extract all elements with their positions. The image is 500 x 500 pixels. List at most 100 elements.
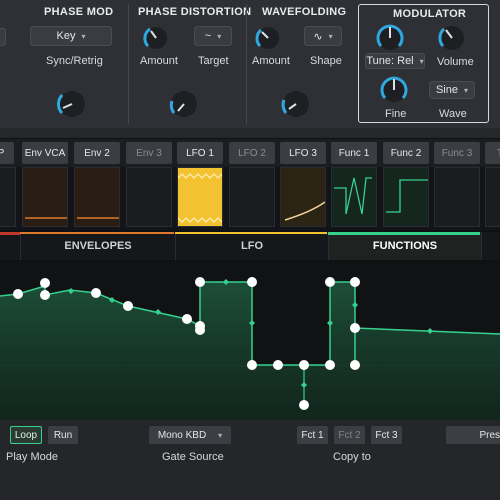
source-tab-label: Env 2	[84, 147, 110, 159]
breakpoint[interactable]	[40, 278, 50, 288]
wf-shape-dropdown[interactable]: ∿ ▾	[304, 26, 342, 46]
thumbnail-lfo-3[interactable]	[280, 167, 326, 227]
chevron-down-icon: ▾	[217, 31, 222, 41]
section-divider	[246, 4, 247, 124]
loop-button[interactable]: Loop	[10, 426, 42, 444]
breakpoint[interactable]	[325, 277, 335, 287]
wavefolding-amount-knob[interactable]	[252, 22, 284, 54]
breakpoint[interactable]	[273, 360, 283, 370]
modulator-title: MODULATOR	[393, 8, 467, 20]
breakpoint[interactable]	[247, 277, 257, 287]
thumbnail-env-3[interactable]	[126, 167, 172, 227]
pd-target-dropdown[interactable]: ~ ▾	[194, 26, 232, 46]
source-tab-p[interactable]: P	[0, 142, 14, 164]
thumbnail-partial-right[interactable]	[485, 167, 500, 227]
gate-source-dropdown[interactable]: Mono KBD ▾	[149, 426, 231, 444]
preset-label: Pres	[479, 429, 500, 441]
thumbnail-partial[interactable]	[0, 167, 16, 227]
source-tab-lfo-1[interactable]: LFO 1	[177, 142, 223, 164]
source-tab-func-3[interactable]: Func 3	[434, 142, 480, 164]
source-tab-env-2[interactable]: Env 2	[74, 142, 120, 164]
source-tab-partial[interactable]: T	[485, 142, 500, 164]
modulator-fine-label: Fine	[385, 108, 407, 120]
copy-fct-1-label: Fct 1	[301, 429, 324, 441]
modulator-tune-knob[interactable]	[373, 21, 407, 55]
thumbnail-func-1[interactable]	[331, 167, 377, 227]
phase-mod-knob[interactable]	[54, 86, 90, 122]
phase-distortion-knob-2[interactable]	[166, 86, 202, 122]
phase-distortion-amount-knob[interactable]	[140, 22, 172, 54]
source-tab-label: Env 3	[136, 147, 162, 159]
breakpoint[interactable]	[40, 290, 50, 300]
copy-fct-1-button[interactable]: Fct 1	[297, 426, 328, 444]
synth-panel: PHASE MOD Key ▾ Sync/Retrig PHASE DISTOR…	[0, 0, 500, 129]
breakpoint[interactable]	[247, 360, 257, 370]
source-tab-env-vca[interactable]: Env VCA	[22, 142, 68, 164]
breakpoint[interactable]	[195, 325, 205, 335]
wavefolding-title: WAVEFOLDING	[262, 6, 347, 18]
tab-lfo[interactable]: LFO	[175, 232, 328, 260]
function-editor[interactable]	[0, 262, 500, 420]
tab-functions[interactable]: FUNCTIONS	[328, 232, 481, 260]
thumbnail-func-2[interactable]	[383, 167, 429, 227]
tab-envelopes[interactable]: ENVELOPES	[20, 232, 175, 260]
function-area	[0, 282, 500, 420]
tab-partial[interactable]	[481, 232, 500, 260]
chevron-down-icon: ▾	[464, 85, 469, 95]
tab-underline-red	[0, 232, 20, 235]
breakpoint[interactable]	[299, 360, 309, 370]
copy-fct-3-button[interactable]: Fct 3	[371, 426, 402, 444]
chevron-down-icon: ▾	[81, 31, 86, 41]
function-bottom-bar: Loop Run Play Mode Mono KBD ▾ Gate Sourc…	[0, 420, 500, 500]
source-tab-label: Func 3	[441, 147, 473, 159]
breakpoint[interactable]	[195, 277, 205, 287]
breakpoint[interactable]	[350, 360, 360, 370]
source-tab-lfo-2[interactable]: LFO 2	[229, 142, 275, 164]
modulator-wave-value: Sine	[435, 84, 458, 96]
breakpoint[interactable]	[91, 288, 101, 298]
thumbnail-env-2[interactable]	[74, 167, 120, 227]
breakpoint[interactable]	[182, 314, 192, 324]
pd-amount-label: Amount	[140, 55, 178, 67]
tab-underline-orange	[20, 232, 174, 234]
thumbnail-env-vca[interactable]	[22, 167, 68, 227]
copy-fct-3-label: Fct 3	[375, 429, 398, 441]
modulator-fine-knob[interactable]	[377, 73, 411, 107]
modulator-wave-label: Wave	[439, 108, 467, 120]
source-tab-func-1[interactable]: Func 1	[331, 142, 377, 164]
thumbnail-lfo-2[interactable]	[229, 167, 275, 227]
wavefolding-knob-2[interactable]	[278, 86, 314, 122]
phase-distortion-title: PHASE DISTORTION	[138, 6, 252, 18]
breakpoint[interactable]	[123, 301, 133, 311]
thumbnail-func-3[interactable]	[434, 167, 480, 227]
tab-underline-green	[328, 232, 480, 235]
preset-button[interactable]: Pres	[446, 426, 500, 444]
modulator-wave-dropdown[interactable]: Sine ▾	[429, 81, 475, 99]
breakpoint[interactable]	[325, 360, 335, 370]
breakpoint[interactable]	[299, 400, 309, 410]
mod-source-tabs: P Env VCA Env 2 Env 3 LFO 1 LFO 2 LFO 3 …	[0, 139, 500, 167]
copy-fct-2-button[interactable]: Fct 2	[334, 426, 365, 444]
source-tab-label: Func 1	[338, 147, 370, 159]
left-partial-dropdown[interactable]	[0, 28, 6, 46]
chevron-down-icon: ▾	[419, 56, 424, 66]
phase-mod-mode-dropdown[interactable]: Key ▾	[30, 26, 112, 46]
breakpoint[interactable]	[13, 289, 23, 299]
source-tab-env-3[interactable]: Env 3	[126, 142, 172, 164]
run-button[interactable]: Run	[48, 426, 78, 444]
thumbnail-lfo-1[interactable]	[177, 167, 223, 227]
source-tab-func-2[interactable]: Func 2	[383, 142, 429, 164]
modulator-volume-knob[interactable]	[435, 21, 469, 55]
tab-envelopes-label: ENVELOPES	[64, 240, 132, 252]
panel-gap	[0, 128, 500, 138]
gate-source-label: Gate Source	[162, 451, 224, 463]
breakpoint[interactable]	[350, 277, 360, 287]
source-tab-label: P	[0, 147, 5, 159]
modulator-tune-value: Tune: Rel	[366, 55, 414, 67]
gate-source-value: Mono KBD	[157, 429, 207, 441]
breakpoint[interactable]	[350, 323, 360, 333]
sync-retrig-label: Sync/Retrig	[46, 55, 103, 67]
modulator-tune-dropdown[interactable]: Tune: Rel ▾	[365, 53, 425, 69]
source-tab-lfo-3[interactable]: LFO 3	[280, 142, 326, 164]
section-divider	[128, 4, 129, 124]
